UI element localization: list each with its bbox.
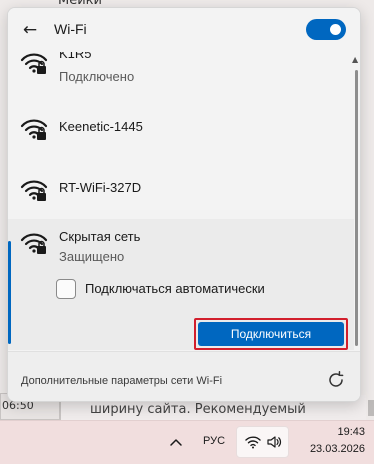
network-item[interactable]: RT-WiFi-327D <box>8 171 354 211</box>
background-body-text: ширину сайта. Рекомендуемый <box>90 402 306 417</box>
taskbar: РУС 19:43 23.03.2026 <box>0 420 374 464</box>
network-item[interactable]: K1R5 Подключено <box>8 52 354 92</box>
wifi-flyout: ← Wi-Fi K1R5 Подключено Keenetic-1445 RT… <box>7 7 361 402</box>
wifi-secured-icon <box>20 119 48 140</box>
network-status: Подключено <box>59 69 135 84</box>
auto-connect-checkbox[interactable] <box>56 279 76 299</box>
wifi-toggle[interactable] <box>306 19 346 40</box>
auto-connect-label: Подключаться автоматически <box>85 281 265 296</box>
more-wifi-settings-link[interactable]: Дополнительные параметры сети Wi-Fi <box>21 375 222 387</box>
wifi-secured-icon <box>20 53 48 74</box>
chevron-up-icon[interactable] <box>168 434 184 450</box>
toggle-knob <box>330 24 341 35</box>
refresh-icon[interactable] <box>326 370 346 390</box>
volume-icon <box>267 436 282 448</box>
language-indicator[interactable]: РУС <box>203 435 225 447</box>
connect-button-highlight: Подключиться <box>194 318 348 350</box>
network-volume-tray[interactable] <box>236 426 289 458</box>
back-button[interactable]: ← <box>18 20 42 40</box>
clock-time[interactable]: 19:43 <box>305 426 365 438</box>
scroll-up-arrow-icon[interactable]: ▲ <box>352 55 358 64</box>
connect-button[interactable]: Подключиться <box>198 322 344 346</box>
back-arrow-icon: ← <box>22 20 38 40</box>
wifi-secured-icon <box>20 233 48 254</box>
network-name: Keenetic-1445 <box>59 119 143 134</box>
network-name: K1R5 <box>59 52 92 61</box>
flyout-header: ← Wi-Fi <box>8 8 360 52</box>
list-scrollbar[interactable] <box>355 70 358 346</box>
clock-date[interactable]: 23.03.2026 <box>296 443 365 455</box>
network-name: RT-WiFi-327D <box>59 180 142 195</box>
background-scrollbar[interactable] <box>368 400 374 416</box>
selection-accent <box>8 241 11 344</box>
network-item-expanded[interactable]: Скрытая сеть Защищено Подключаться автом… <box>8 219 354 350</box>
network-name: Скрытая сеть <box>59 229 141 244</box>
wifi-icon <box>245 436 261 449</box>
wifi-secured-icon <box>20 180 48 201</box>
flyout-footer: Дополнительные параметры сети Wi-Fi <box>8 351 360 401</box>
flyout-title: Wi-Fi <box>54 21 87 37</box>
network-list: K1R5 Подключено Keenetic-1445 RT-WiFi-32… <box>8 52 360 350</box>
network-item[interactable]: Keenetic-1445 <box>8 110 354 150</box>
network-status: Защищено <box>59 249 125 264</box>
